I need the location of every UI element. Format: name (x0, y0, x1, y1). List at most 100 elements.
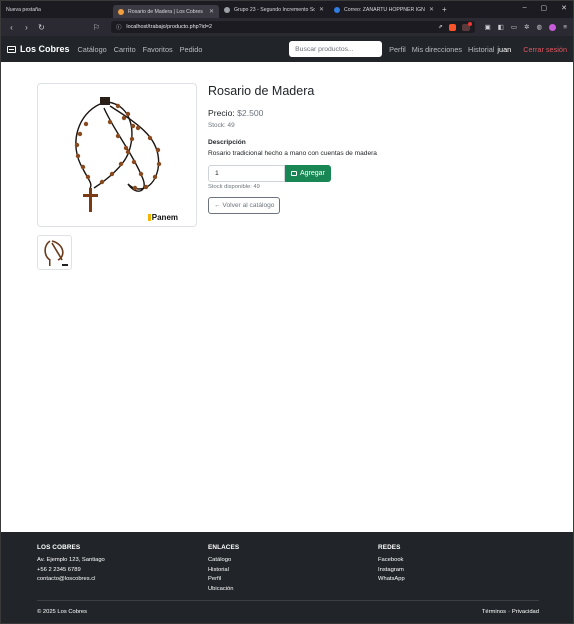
footer-link-perfil[interactable]: Perfil (208, 576, 239, 582)
vpn-icon[interactable]: ◍ (537, 23, 543, 31)
address-bar[interactable]: ⓘ localhost/trabajo/producto.php?id=2 ⇗ (111, 21, 475, 33)
tab-new[interactable]: Nueva pestaña (1, 3, 113, 16)
browser-toolbar: ‹ › ↻ ⚐ ⓘ localhost/trabajo/producto.php… (1, 18, 573, 36)
copyright: © 2025 Los Cobres (37, 609, 88, 615)
stock-text: Stock: 49 (208, 122, 235, 129)
close-tab-icon[interactable]: ✕ (209, 8, 214, 15)
nav-direcciones[interactable]: Mis direcciones (412, 45, 462, 54)
quantity-input[interactable]: 1 (208, 165, 285, 182)
price-label: Precio: (208, 108, 235, 118)
nav-favoritos[interactable]: Favoritos (143, 45, 173, 54)
nav-catalogo[interactable]: Catálogo (78, 45, 107, 54)
product-title: Rosario de Madera (208, 84, 315, 98)
tab-product[interactable]: Rosario de Madera | Los Cobres ✕ (113, 5, 219, 18)
wallet-icon[interactable]: ▭ (511, 23, 517, 31)
add-to-cart-button[interactable]: Agregar (285, 165, 331, 182)
cart-icon (291, 171, 297, 176)
footer-links: ENLACES Catálogo Historial Perfil Ubicac… (208, 544, 239, 595)
site-navbar: Los Cobres Catálogo Carrito Favoritos Pe… (1, 36, 573, 62)
username: juan (497, 44, 512, 54)
extensions-area: ▣ ◧ ▭ ✲ ◍ ≡ (485, 23, 567, 31)
menu-icon[interactable]: ≡ (563, 24, 567, 31)
sidebar-icon[interactable]: ◧ (498, 23, 504, 31)
legal-links: Términos · Privacidad (482, 609, 539, 615)
outlook-icon (334, 6, 340, 13)
minimize-icon[interactable]: – (523, 4, 527, 12)
terms-link[interactable]: Términos (482, 609, 506, 615)
nav-carrito[interactable]: Carrito (114, 45, 136, 54)
footer-link-historial[interactable]: Historial (208, 567, 239, 573)
privacy-link[interactable]: Privacidad (512, 609, 539, 615)
price-value: $2.500 (237, 108, 264, 118)
rosary-thumbnail (44, 240, 68, 266)
footer-heading: ENLACES (208, 544, 240, 551)
new-tab-icon[interactable]: + (442, 5, 447, 14)
tab-title: Grupo 23 - Segundo Incremento Scr (234, 6, 315, 13)
description-text: Rosario tradicional hecho a mano con cue… (208, 150, 377, 157)
back-icon[interactable]: ‹ (7, 23, 16, 32)
product-thumbnail[interactable] (37, 235, 72, 270)
footer-social: REDES Facebook Instagram WhatsApp (378, 544, 405, 586)
url-text: localhost/trabajo/producto.php?id=2 (126, 24, 212, 30)
tab-correo[interactable]: Correo: ZAÑARTU HOPPNER IGNACI ✕ (329, 3, 439, 16)
footer-divider (37, 600, 539, 601)
globe-icon (224, 6, 230, 13)
footer-heading: LOS COBRES (37, 544, 81, 551)
footer-link-catalogo[interactable]: Catálogo (208, 557, 239, 563)
brand-link[interactable]: Los Cobres (7, 44, 70, 54)
nav-pedido[interactable]: Pedido (180, 45, 203, 54)
footer-contact: LOS COBRES Av. Ejemplo 123, Santiago +56… (37, 544, 105, 586)
description-heading: Descripción (208, 139, 246, 146)
add-button-label: Agregar (300, 170, 325, 177)
footer-link-ubicacion[interactable]: Ubicación (208, 586, 239, 592)
close-window-icon[interactable]: ✕ (561, 4, 567, 12)
maximize-icon[interactable]: ▢ (541, 4, 548, 12)
bookmark-icon[interactable]: ⚐ (92, 23, 101, 32)
footer-phone: +56 2 2345 6789 (37, 566, 81, 573)
share-icon[interactable]: ⇗ (438, 24, 443, 30)
footer-heading: REDES (378, 544, 401, 551)
close-tab-icon[interactable]: ✕ (429, 6, 434, 13)
product-price: Precio: $2.500 (208, 108, 548, 118)
tab-grupo[interactable]: Grupo 23 - Segundo Incremento Scr ✕ (219, 3, 329, 16)
back-to-catalog-button[interactable]: ← Volver al catálogo (208, 197, 281, 214)
product-info: Rosario de Madera Precio: $2.500 Stock: … (208, 84, 548, 214)
profile-icon[interactable] (549, 23, 557, 31)
rewards-icon[interactable] (461, 21, 472, 31)
stock-available: Stock disponible: 49 (208, 184, 260, 190)
panem-logo-icon (147, 214, 151, 221)
tab-title: Rosario de Madera | Los Cobres (128, 8, 203, 15)
search-input[interactable]: Buscar productos... (289, 41, 383, 57)
main-nav: Catálogo Carrito Favoritos Pedido (78, 45, 203, 54)
forward-icon[interactable]: › (22, 23, 31, 32)
rosary-image (74, 97, 162, 212)
store-icon (7, 45, 16, 53)
footer-link-instagram[interactable]: Instagram (378, 567, 405, 573)
nav-perfil[interactable]: Perfil (389, 45, 406, 54)
panem-logo-text: Panem (151, 213, 178, 222)
site-info-icon[interactable]: ⓘ (116, 23, 121, 31)
legal-separator: · (507, 609, 510, 615)
account-nav: Perfil Mis direcciones Historial juan Ce… (389, 45, 567, 54)
extensions-icon[interactable]: ✲ (524, 23, 529, 31)
footer-address: Av. Ejemplo 123, Santiago (37, 557, 105, 563)
tab-title: Correo: ZAÑARTU HOPPNER IGNACI (344, 6, 425, 13)
footer-email: contacto@loscobres.cl (37, 576, 96, 582)
product-page: Panem Rosario de Madera Precio: $2.500 S… (1, 62, 573, 530)
brand-name: Los Cobres (20, 44, 70, 54)
brand-watermark: Panem (147, 213, 178, 222)
site-footer: LOS COBRES Av. Ejemplo 123, Santiago +56… (1, 532, 573, 623)
browser-window: Nueva pestaña Rosario de Madera | Los Co… (0, 0, 574, 624)
site-favicon-icon (118, 8, 124, 15)
nav-historial[interactable]: Historial (468, 45, 494, 54)
close-tab-icon[interactable]: ✕ (319, 6, 324, 13)
tab-bar: Nueva pestaña Rosario de Madera | Los Co… (1, 1, 573, 18)
brave-shields-icon[interactable] (448, 23, 456, 31)
logout-link[interactable]: Cerrar sesión (523, 45, 567, 54)
reload-icon[interactable]: ↻ (37, 23, 46, 32)
screenshot-icon[interactable]: ▣ (485, 23, 491, 31)
add-to-cart-group: 1 Agregar (208, 165, 548, 182)
footer-link-facebook[interactable]: Facebook (378, 557, 405, 563)
footer-link-whatsapp[interactable]: WhatsApp (378, 576, 405, 582)
tab-title: Nueva pestaña (6, 6, 41, 13)
